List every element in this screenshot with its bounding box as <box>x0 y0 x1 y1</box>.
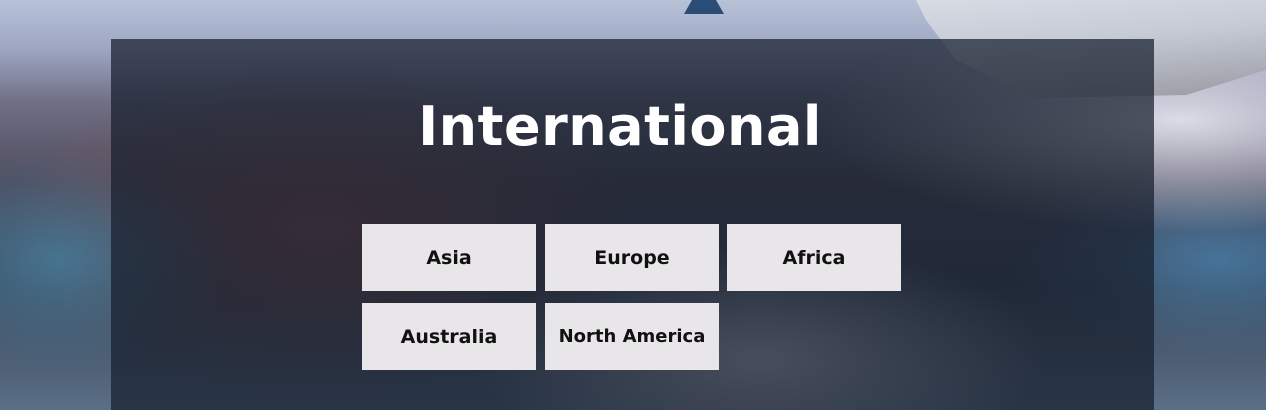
region-button-australia[interactable]: Australia <box>362 303 536 370</box>
region-button-africa[interactable]: Africa <box>727 224 901 291</box>
region-button-europe[interactable]: Europe <box>545 224 719 291</box>
region-button-asia[interactable]: Asia <box>362 224 536 291</box>
section-title: International <box>418 95 822 158</box>
region-button-north-america[interactable]: North America <box>545 303 719 370</box>
